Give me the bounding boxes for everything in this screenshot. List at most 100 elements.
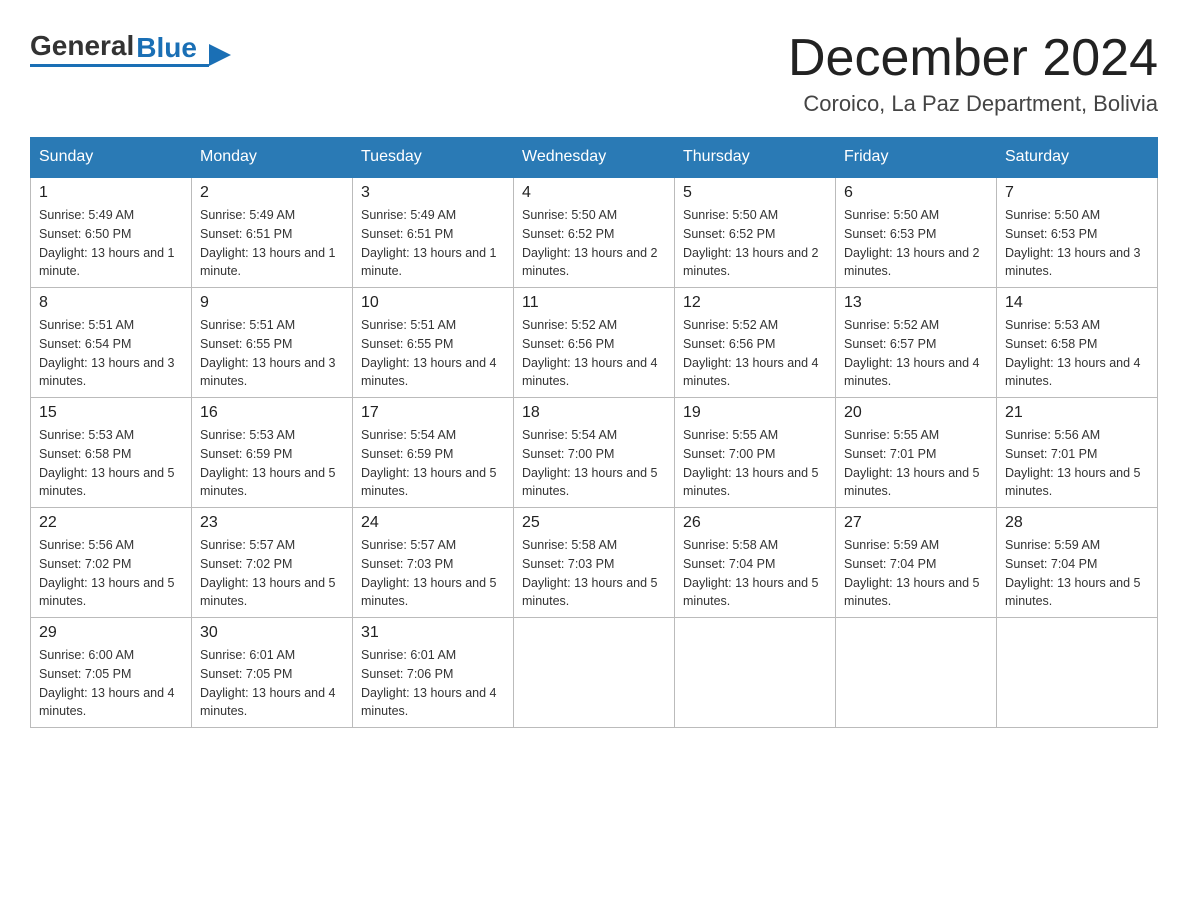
month-year-title: December 2024 — [788, 30, 1158, 87]
day-number: 25 — [522, 514, 666, 532]
day-info: Sunrise: 5:53 AMSunset: 6:58 PMDaylight:… — [1005, 316, 1149, 391]
calendar-cell: 18Sunrise: 5:54 AMSunset: 7:00 PMDayligh… — [514, 398, 675, 508]
day-number: 5 — [683, 184, 827, 202]
day-info: Sunrise: 5:54 AMSunset: 6:59 PMDaylight:… — [361, 426, 505, 501]
day-info: Sunrise: 5:50 AMSunset: 6:52 PMDaylight:… — [522, 206, 666, 281]
day-info: Sunrise: 5:58 AMSunset: 7:03 PMDaylight:… — [522, 536, 666, 611]
day-number: 14 — [1005, 294, 1149, 312]
day-number: 20 — [844, 404, 988, 422]
weekday-header-tuesday: Tuesday — [353, 138, 514, 178]
day-number: 13 — [844, 294, 988, 312]
day-info: Sunrise: 5:52 AMSunset: 6:57 PMDaylight:… — [844, 316, 988, 391]
calendar-cell: 16Sunrise: 5:53 AMSunset: 6:59 PMDayligh… — [192, 398, 353, 508]
calendar-cell: 22Sunrise: 5:56 AMSunset: 7:02 PMDayligh… — [31, 508, 192, 618]
day-number: 7 — [1005, 184, 1149, 202]
location-subtitle: Coroico, La Paz Department, Bolivia — [788, 91, 1158, 117]
day-number: 15 — [39, 404, 183, 422]
day-info: Sunrise: 5:55 AMSunset: 7:00 PMDaylight:… — [683, 426, 827, 501]
calendar-cell: 29Sunrise: 6:00 AMSunset: 7:05 PMDayligh… — [31, 618, 192, 728]
calendar-cell: 14 Sunrise: 5:53 AMSunset: 6:58 PMDayligh… — [997, 288, 1158, 398]
day-number: 3 — [361, 184, 505, 202]
day-info: Sunrise: 6:01 AMSunset: 7:05 PMDaylight:… — [200, 646, 344, 721]
calendar-cell: 5 Sunrise: 5:50 AMSunset: 6:52 PMDaylight… — [675, 177, 836, 288]
weekday-header-row: SundayMondayTuesdayWednesdayThursdayFrid… — [31, 138, 1158, 178]
day-info: Sunrise: 6:01 AMSunset: 7:06 PMDaylight:… — [361, 646, 505, 721]
day-info: Sunrise: 5:55 AMSunset: 7:01 PMDaylight:… — [844, 426, 988, 501]
calendar-cell: 20 Sunrise: 5:55 AMSunset: 7:01 PMDayligh… — [836, 398, 997, 508]
calendar-cell: 7 Sunrise: 5:50 AMSunset: 6:53 PMDaylight… — [997, 177, 1158, 288]
day-info: Sunrise: 5:49 AMSunset: 6:51 PMDaylight:… — [361, 206, 505, 281]
day-number: 22 — [39, 514, 183, 532]
day-info: Sunrise: 5:53 AMSunset: 6:58 PMDaylight:… — [39, 426, 183, 501]
day-info: Sunrise: 5:51 AMSunset: 6:55 PMDaylight:… — [361, 316, 505, 391]
logo-blue-text: Blue — [136, 34, 197, 62]
day-number: 4 — [522, 184, 666, 202]
calendar-week-row-1: 1Sunrise: 5:49 AMSunset: 6:50 PMDaylight… — [31, 177, 1158, 288]
calendar-cell: 30 Sunrise: 6:01 AMSunset: 7:05 PMDayligh… — [192, 618, 353, 728]
calendar-cell: 1Sunrise: 5:49 AMSunset: 6:50 PMDaylight… — [31, 177, 192, 288]
calendar-title-area: December 2024 Coroico, La Paz Department… — [788, 30, 1158, 117]
day-number: 23 — [200, 514, 344, 532]
day-number: 11 — [522, 294, 666, 312]
day-info: Sunrise: 5:56 AMSunset: 7:01 PMDaylight:… — [1005, 426, 1149, 501]
day-info: Sunrise: 5:54 AMSunset: 7:00 PMDaylight:… — [522, 426, 666, 501]
day-number: 27 — [844, 514, 988, 532]
calendar-cell: 10 Sunrise: 5:51 AMSunset: 6:55 PMDayligh… — [353, 288, 514, 398]
calendar-cell: 12 Sunrise: 5:52 AMSunset: 6:56 PMDayligh… — [675, 288, 836, 398]
weekday-header-thursday: Thursday — [675, 138, 836, 178]
weekday-header-saturday: Saturday — [997, 138, 1158, 178]
day-info: Sunrise: 5:50 AMSunset: 6:53 PMDaylight:… — [1005, 206, 1149, 281]
day-number: 31 — [361, 624, 505, 642]
day-number: 24 — [361, 514, 505, 532]
day-number: 2 — [200, 184, 344, 202]
weekday-header-sunday: Sunday — [31, 138, 192, 178]
calendar-cell: 15 Sunrise: 5:53 AMSunset: 6:58 PMDayligh… — [31, 398, 192, 508]
day-info: Sunrise: 5:59 AMSunset: 7:04 PMDaylight:… — [1005, 536, 1149, 611]
weekday-header-friday: Friday — [836, 138, 997, 178]
calendar-cell — [836, 618, 997, 728]
day-number: 19 — [683, 404, 827, 422]
calendar-cell — [997, 618, 1158, 728]
calendar-table: SundayMondayTuesdayWednesdayThursdayFrid… — [30, 137, 1158, 728]
day-number: 10 — [361, 294, 505, 312]
day-info: Sunrise: 5:52 AMSunset: 6:56 PMDaylight:… — [683, 316, 827, 391]
calendar-cell: 24Sunrise: 5:57 AMSunset: 7:03 PMDayligh… — [353, 508, 514, 618]
calendar-cell: 23 Sunrise: 5:57 AMSunset: 7:02 PMDayligh… — [192, 508, 353, 618]
calendar-cell: 13 Sunrise: 5:52 AMSunset: 6:57 PMDayligh… — [836, 288, 997, 398]
weekday-header-monday: Monday — [192, 138, 353, 178]
calendar-cell: 17Sunrise: 5:54 AMSunset: 6:59 PMDayligh… — [353, 398, 514, 508]
day-info: Sunrise: 5:51 AMSunset: 6:55 PMDaylight:… — [200, 316, 344, 391]
day-number: 29 — [39, 624, 183, 642]
day-info: Sunrise: 5:51 AMSunset: 6:54 PMDaylight:… — [39, 316, 183, 391]
calendar-cell: 26 Sunrise: 5:58 AMSunset: 7:04 PMDayligh… — [675, 508, 836, 618]
day-info: Sunrise: 5:52 AMSunset: 6:56 PMDaylight:… — [522, 316, 666, 391]
day-info: Sunrise: 5:58 AMSunset: 7:04 PMDaylight:… — [683, 536, 827, 611]
logo-arrow-icon — [209, 44, 231, 66]
calendar-week-row-5: 29Sunrise: 6:00 AMSunset: 7:05 PMDayligh… — [31, 618, 1158, 728]
day-number: 28 — [1005, 514, 1149, 532]
day-info: Sunrise: 5:57 AMSunset: 7:02 PMDaylight:… — [200, 536, 344, 611]
day-number: 26 — [683, 514, 827, 532]
calendar-week-row-4: 22Sunrise: 5:56 AMSunset: 7:02 PMDayligh… — [31, 508, 1158, 618]
day-info: Sunrise: 5:50 AMSunset: 6:52 PMDaylight:… — [683, 206, 827, 281]
calendar-cell: 3 Sunrise: 5:49 AMSunset: 6:51 PMDaylight… — [353, 177, 514, 288]
day-number: 12 — [683, 294, 827, 312]
day-number: 21 — [1005, 404, 1149, 422]
calendar-cell: 4 Sunrise: 5:50 AMSunset: 6:52 PMDaylight… — [514, 177, 675, 288]
calendar-cell: 6Sunrise: 5:50 AMSunset: 6:53 PMDaylight… — [836, 177, 997, 288]
calendar-cell: 2 Sunrise: 5:49 AMSunset: 6:51 PMDaylight… — [192, 177, 353, 288]
calendar-cell — [675, 618, 836, 728]
calendar-cell: 31 Sunrise: 6:01 AMSunset: 7:06 PMDayligh… — [353, 618, 514, 728]
page-header: General Blue December 2024 Coroico, La P… — [30, 30, 1158, 117]
logo: General Blue — [30, 30, 209, 67]
day-info: Sunrise: 5:49 AMSunset: 6:51 PMDaylight:… — [200, 206, 344, 281]
logo-general-text: General — [30, 30, 134, 62]
day-number: 9 — [200, 294, 344, 312]
day-number: 16 — [200, 404, 344, 422]
calendar-week-row-2: 8Sunrise: 5:51 AMSunset: 6:54 PMDaylight… — [31, 288, 1158, 398]
calendar-cell — [514, 618, 675, 728]
calendar-week-row-3: 15 Sunrise: 5:53 AMSunset: 6:58 PMDayligh… — [31, 398, 1158, 508]
day-number: 30 — [200, 624, 344, 642]
day-info: Sunrise: 5:50 AMSunset: 6:53 PMDaylight:… — [844, 206, 988, 281]
day-info: Sunrise: 5:49 AMSunset: 6:50 PMDaylight:… — [39, 206, 183, 281]
